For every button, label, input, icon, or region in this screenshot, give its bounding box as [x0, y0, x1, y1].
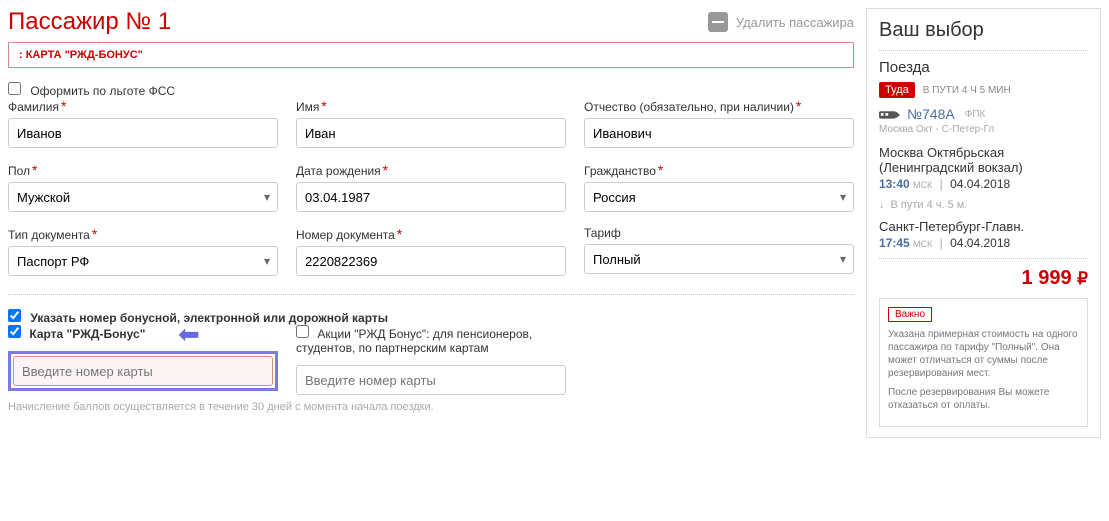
rzd-bonus-label: Карта "РЖД-Бонус": [29, 327, 145, 341]
name-label: Имя*: [296, 98, 566, 114]
price: 1 999 ₽: [879, 267, 1088, 290]
arrival-station: Санкт-Петербург-Главн.: [879, 219, 1088, 234]
train-type: ФПК: [965, 109, 986, 120]
train-number-link[interactable]: №748А: [907, 106, 955, 122]
docnum-input[interactable]: [296, 246, 566, 276]
choice-title: Ваш выбор: [879, 19, 1088, 42]
fss-label: Оформить по льготе ФСС: [30, 84, 175, 98]
patronymic-label: Отчество (обязательно, при наличии)*: [584, 98, 854, 114]
doctype-label: Тип документа*: [8, 226, 278, 242]
passenger-title: Пассажир № 1: [8, 8, 171, 36]
travel-duration-row: ↓ В пути 4 ч. 5 м.: [879, 199, 1088, 211]
departure-station: Москва Октябрьская (Ленинградский вокзал…: [879, 145, 1088, 175]
patronymic-input[interactable]: [584, 118, 854, 148]
fss-checkbox-row[interactable]: Оформить по льготе ФСС: [8, 84, 175, 98]
rzd-bonus-checkbox[interactable]: [8, 325, 21, 338]
doctype-select[interactable]: Паспорт РФ: [8, 246, 278, 276]
specify-bonus-checkbox[interactable]: [8, 309, 21, 322]
pension-bonus-row[interactable]: Акции "РЖД Бонус": для пенсионеров, студ…: [296, 325, 566, 355]
delete-passenger-label: Удалить пассажира: [736, 15, 854, 30]
bonus-banner: : КАРТА "РЖД-БОНУС": [8, 42, 854, 68]
tariff-label: Тариф: [584, 226, 854, 240]
choice-trains-heading: Поезда: [879, 59, 1088, 76]
arrival-time-row: 17:45 МСК | 04.04.2018: [879, 236, 1088, 250]
rzd-bonus-row[interactable]: Карта "РЖД-Бонус": [8, 325, 278, 341]
departure-time-row: 13:40 МСК | 04.04.2018: [879, 177, 1088, 191]
info-text-2: После резервирования Вы можете отказатьс…: [888, 386, 1079, 412]
divider: [8, 294, 854, 295]
rzd-bonus-card-input[interactable]: [13, 356, 273, 386]
pension-bonus-card-input[interactable]: [296, 365, 566, 395]
travel-time-top: В ПУТИ 4 ч 5 МИН: [923, 85, 1011, 96]
arrow-down-icon: ↓: [879, 199, 885, 211]
important-badge: Важно: [888, 307, 932, 322]
tariff-select[interactable]: Полный: [584, 244, 854, 274]
gender-label: Пол*: [8, 162, 278, 178]
direction-badge: Туда: [879, 82, 915, 98]
name-input[interactable]: [296, 118, 566, 148]
minus-icon: [708, 12, 728, 32]
specify-bonus-label: Указать номер бонусной, электронной или …: [30, 311, 388, 325]
bonus-note: Начисление баллов осуществляется в течен…: [8, 401, 854, 413]
pension-bonus-label: Акции "РЖД Бонус": для пенсионеров, студ…: [296, 327, 532, 355]
train-icon: [879, 107, 901, 121]
fss-checkbox[interactable]: [8, 82, 21, 95]
surname-input[interactable]: [8, 118, 278, 148]
gender-select[interactable]: Мужской: [8, 182, 278, 212]
dob-label: Дата рождения*: [296, 162, 566, 178]
pension-bonus-checkbox[interactable]: [296, 325, 309, 338]
dob-input[interactable]: [296, 182, 566, 212]
surname-label: Фамилия*: [8, 98, 278, 114]
delete-passenger-button[interactable]: Удалить пассажира: [708, 12, 854, 32]
info-text-1: Указана примерная стоимость на одного па…: [888, 328, 1079, 380]
info-box: Важно Указана примерная стоимость на одн…: [879, 298, 1088, 427]
docnum-label: Номер документа*: [296, 226, 566, 242]
citizenship-label: Гражданство*: [584, 162, 854, 178]
citizenship-select[interactable]: Россия: [584, 182, 854, 212]
route-short: Москва Окт - С-Петер-Гл: [879, 124, 1088, 135]
arrow-annotation-icon: ⬅: [178, 319, 200, 350]
